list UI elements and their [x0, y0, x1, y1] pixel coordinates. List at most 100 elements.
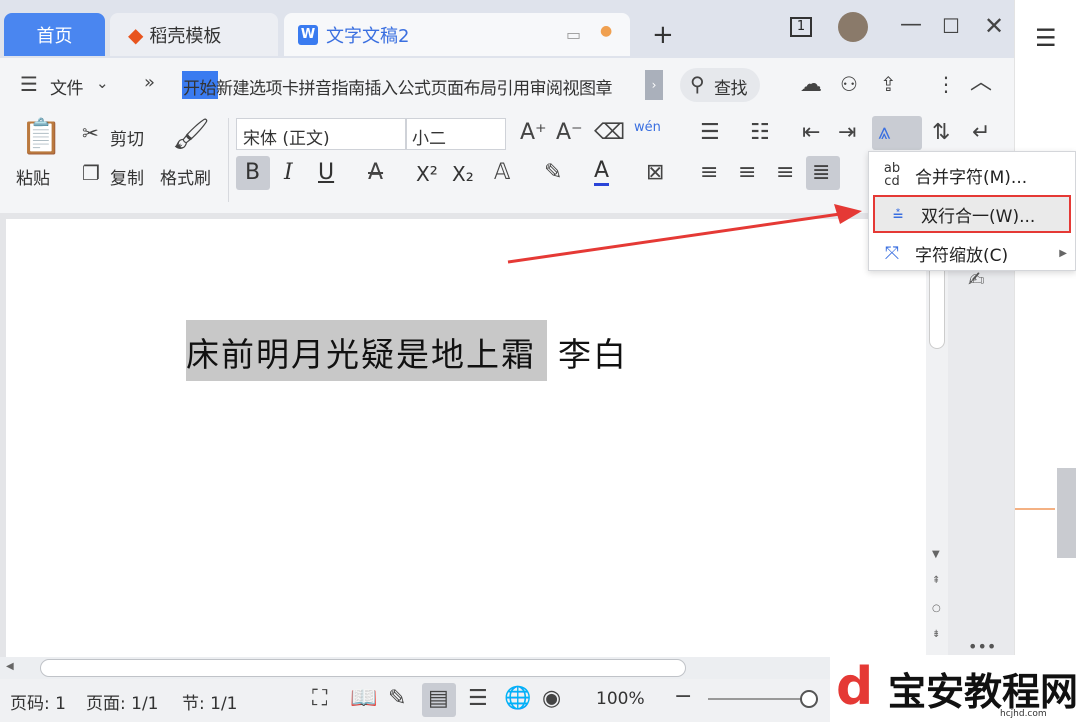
eye-protection-icon[interactable]: ◉	[542, 688, 561, 710]
author-text: 李白	[558, 335, 628, 374]
horizontal-scrollbar[interactable]: ◀	[0, 657, 830, 679]
char-border-icon[interactable]: ⊠	[646, 162, 664, 184]
watermark-name: 宝安教程网	[888, 669, 1076, 714]
maximize-icon[interactable]: ☐	[942, 16, 960, 36]
chinese-layout-dropdown: ab cd 合并字符(M)... ⩮ 双行合一(W)... ⤧ 字符缩放(C) ▶	[868, 151, 1076, 271]
annotation-arrow-head	[834, 204, 862, 224]
subscript-button[interactable]: X₂	[452, 162, 474, 186]
copy-button[interactable]: 复制	[110, 164, 144, 189]
share-user-icon[interactable]: ⚇	[840, 74, 858, 94]
grow-font-icon[interactable]: A⁺	[520, 122, 547, 144]
bullet-list-icon[interactable]: ☰	[700, 122, 720, 144]
menu-item-char-scale[interactable]: ⤧ 字符缩放(C) ▶	[869, 234, 1075, 272]
italic-button[interactable]: I	[284, 160, 293, 185]
align-left-icon[interactable]: ≡	[700, 162, 718, 184]
align-center-icon[interactable]: ≡	[738, 162, 756, 184]
page-count[interactable]: 页面: 1/1	[86, 689, 159, 714]
chevron-down-icon[interactable]: ⌄	[96, 76, 109, 91]
menu-item-two-lines-in-one[interactable]: ⩮ 双行合一(W)...	[873, 195, 1071, 233]
paste-icon[interactable]: 📋	[20, 120, 62, 154]
char-scale-label: 字符缩放(C)	[915, 245, 1009, 266]
horizontal-scroll-thumb[interactable]	[40, 659, 686, 677]
edit-mode-icon[interactable]: ✎	[388, 688, 406, 710]
page-number[interactable]: 页码: 1	[10, 689, 66, 714]
line-break-icon[interactable]: ↵	[972, 122, 990, 144]
copy-icon[interactable]: ❐	[82, 163, 100, 183]
prev-page-icon[interactable]: ⇞	[932, 575, 940, 586]
shrink-font-icon[interactable]: A⁻	[556, 122, 583, 144]
zoom-level[interactable]: 100%	[596, 689, 645, 709]
increase-indent-icon[interactable]: ⇥	[838, 122, 856, 144]
format-painter-button[interactable]: 格式刷	[160, 164, 211, 189]
cut-icon[interactable]: ✂	[82, 123, 99, 143]
more-horizontal-icon[interactable]: •••	[968, 637, 996, 656]
tab-document[interactable]: W 文字文稿2 ▭ ●	[284, 13, 630, 56]
align-right-icon[interactable]: ≡	[776, 162, 794, 184]
file-menu[interactable]: 文件	[50, 74, 84, 99]
strikethrough-icon[interactable]: A	[368, 162, 383, 184]
font-color-button[interactable]: A	[594, 158, 610, 186]
select-browse-icon[interactable]: ○	[932, 603, 941, 614]
collapse-ribbon-icon[interactable]: ︿	[970, 72, 992, 94]
format-painter-icon[interactable]: 🖌	[172, 120, 210, 150]
annotation-arrow	[507, 204, 862, 264]
highlight-icon[interactable]: ✎	[544, 162, 562, 184]
sort-icon[interactable]: ⇅	[932, 122, 950, 144]
scroll-left-icon[interactable]: ◀	[6, 661, 14, 672]
hamburger-icon[interactable]: ☰	[1035, 24, 1057, 52]
monitor-icon[interactable]: ▭	[566, 25, 581, 44]
tab-home-label: 首页	[36, 25, 73, 47]
zoom-slider-thumb[interactable]	[800, 690, 818, 708]
minimize-icon[interactable]: —	[900, 14, 922, 36]
vertical-scrollbar[interactable]: ▼ ⇞ ○ ⇟	[926, 219, 948, 657]
underline-button[interactable]: U	[318, 160, 334, 185]
window-count-icon[interactable]: 1	[790, 17, 812, 37]
reading-mode-icon[interactable]: 📖	[350, 688, 377, 710]
paste-button[interactable]: 粘贴	[16, 164, 50, 189]
font-select-value: 宋体 (正文)	[243, 129, 330, 149]
decrease-indent-icon[interactable]: ⇤	[802, 122, 820, 144]
cloud-icon[interactable]: ☁	[800, 74, 822, 96]
numbered-list-icon[interactable]: ☷	[750, 122, 770, 144]
bold-label: B	[245, 160, 261, 185]
right-pane-scrollbar[interactable]	[1057, 468, 1076, 558]
submenu-arrow-icon: ▶	[1059, 247, 1067, 259]
hamburger-menu-icon[interactable]: ☰	[20, 74, 38, 94]
ribbon-scroll-right-button[interactable]: ›	[645, 70, 663, 100]
divider	[228, 118, 229, 202]
avatar[interactable]	[838, 12, 868, 42]
cut-button[interactable]: 剪切	[110, 125, 144, 150]
far-right-pane: ☰	[1014, 0, 1076, 722]
web-view-icon[interactable]: 🌐	[504, 688, 531, 710]
watermark-logo-icon: d	[836, 657, 874, 717]
next-page-icon[interactable]: ⇟	[932, 629, 940, 640]
chinese-layout-icon: ⩓	[878, 120, 891, 145]
new-tab-icon[interactable]: +	[652, 22, 674, 48]
text-effects-icon[interactable]: 𝔸	[494, 162, 510, 184]
menu-item-combine-chars[interactable]: ab cd 合并字符(M)...	[869, 156, 1075, 194]
two-lines-icon: ⩮	[892, 203, 904, 225]
clear-format-icon[interactable]: ⌫	[594, 122, 625, 144]
section-count[interactable]: 节: 1/1	[182, 689, 238, 714]
superscript-button[interactable]: X²	[416, 162, 438, 186]
selected-text: 床前明月光疑是地上霜	[186, 335, 536, 374]
close-icon[interactable]: ✕	[984, 14, 1004, 38]
outline-view-icon[interactable]: ☰	[468, 688, 488, 710]
size-select-value: 小二	[412, 129, 446, 149]
fullscreen-icon[interactable]: ⛶	[312, 688, 327, 710]
export-icon[interactable]: ⇪	[880, 74, 897, 94]
more-tabs-icon[interactable]: »	[144, 74, 155, 92]
tab-templates[interactable]: ◆ 稻壳模板	[110, 13, 278, 56]
document-text[interactable]: 床前明月光疑是地上霜 李白	[186, 328, 628, 376]
tab-templates-label: 稻壳模板	[149, 25, 222, 47]
vertical-scroll-thumb[interactable]	[929, 259, 945, 349]
scroll-down-icon[interactable]: ▼	[932, 549, 940, 560]
pinyin-guide-icon[interactable]: wén	[634, 120, 661, 135]
zoom-out-icon[interactable]: −	[674, 686, 692, 708]
tab-document-label: 文字文稿2	[326, 25, 410, 47]
document-page[interactable]	[6, 219, 926, 657]
ribbon-tabs[interactable]: 开始新建选项卡拼音指南插入公式页面布局引用审阅视图章	[183, 74, 643, 99]
tab-home[interactable]: 首页	[4, 13, 105, 56]
page-view-icon: ▤	[428, 686, 449, 711]
more-vertical-icon[interactable]: ⋮	[936, 74, 956, 94]
